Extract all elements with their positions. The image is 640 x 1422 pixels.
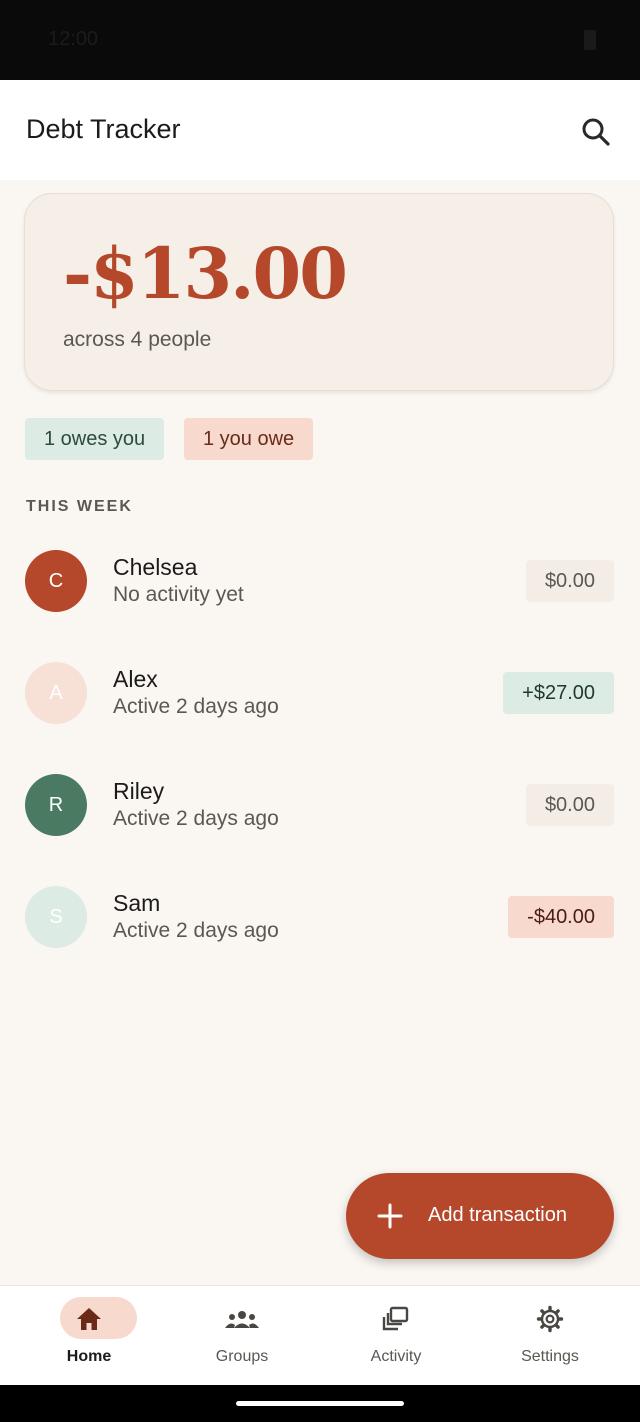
balance-badge: +$27.00 xyxy=(503,672,614,714)
activity-icon xyxy=(382,1306,409,1331)
filter-chip-owes-you[interactable]: 1 owes you xyxy=(25,418,165,460)
person-row-alex[interactable]: A Alex Active 2 days ago +$27.00 xyxy=(0,662,640,774)
nav-item-settings[interactable]: Settings xyxy=(470,1286,630,1386)
add-transaction-button[interactable]: Add transaction xyxy=(346,1173,614,1259)
section-header: THIS WEEK xyxy=(26,498,133,515)
app-bar: Debt Tracker xyxy=(0,80,640,180)
person-row-riley[interactable]: R Riley Active 2 days ago $0.00 xyxy=(0,774,640,886)
nav-label-activity: Activity xyxy=(370,1348,422,1365)
person-status: Active 2 days ago xyxy=(113,695,279,718)
balance-badge: $0.00 xyxy=(525,784,614,826)
balance-badge: -$40.00 xyxy=(508,896,614,938)
system-navigation-bar xyxy=(0,1385,640,1422)
balance-subtitle: across 4 people xyxy=(63,328,212,351)
search-button[interactable] xyxy=(570,106,622,158)
person-row-sam[interactable]: S Sam Active 2 days ago -$40.00 xyxy=(0,886,640,998)
plus-icon xyxy=(377,1203,403,1229)
person-status: No activity yet xyxy=(113,583,244,606)
person-name: Riley xyxy=(113,778,165,804)
total-balance: -$13.00 xyxy=(63,232,348,315)
filter-chip-you-owe[interactable]: 1 you owe xyxy=(184,418,314,460)
avatar: A xyxy=(25,662,87,724)
avatar: R xyxy=(25,774,87,836)
balance-badge: $0.00 xyxy=(525,560,614,602)
person-status: Active 2 days ago xyxy=(113,807,279,830)
home-indicator[interactable] xyxy=(236,1401,404,1406)
person-status: Active 2 days ago xyxy=(113,919,279,942)
nav-item-groups[interactable]: Groups xyxy=(162,1286,322,1386)
person-name: Sam xyxy=(113,890,161,916)
groups-icon xyxy=(225,1311,259,1328)
page-title: Debt Tracker xyxy=(26,114,181,144)
person-name: Alex xyxy=(113,666,158,692)
nav-label-home: Home xyxy=(66,1348,112,1365)
search-icon xyxy=(582,118,610,146)
avatar: C xyxy=(25,550,87,612)
balance-summary-card: -$13.00 across 4 people xyxy=(24,193,614,391)
status-time: 12:00 xyxy=(48,28,99,50)
status-bar: 12:00 xyxy=(0,0,640,80)
person-name: Chelsea xyxy=(113,554,198,580)
battery-icon xyxy=(584,30,596,50)
nav-label-settings: Settings xyxy=(521,1348,579,1365)
nav-item-home[interactable]: Home xyxy=(9,1286,169,1386)
nav-item-activity[interactable]: Activity xyxy=(316,1286,476,1386)
gear-icon xyxy=(536,1305,564,1333)
avatar: S xyxy=(25,886,87,948)
add-transaction-label: Add transaction xyxy=(428,1204,567,1226)
nav-label-groups: Groups xyxy=(215,1348,269,1365)
person-row-chelsea[interactable]: C Chelsea No activity yet $0.00 xyxy=(0,550,640,662)
bottom-navigation: Home Groups Activity Settings xyxy=(0,1285,640,1385)
home-icon xyxy=(77,1308,101,1330)
